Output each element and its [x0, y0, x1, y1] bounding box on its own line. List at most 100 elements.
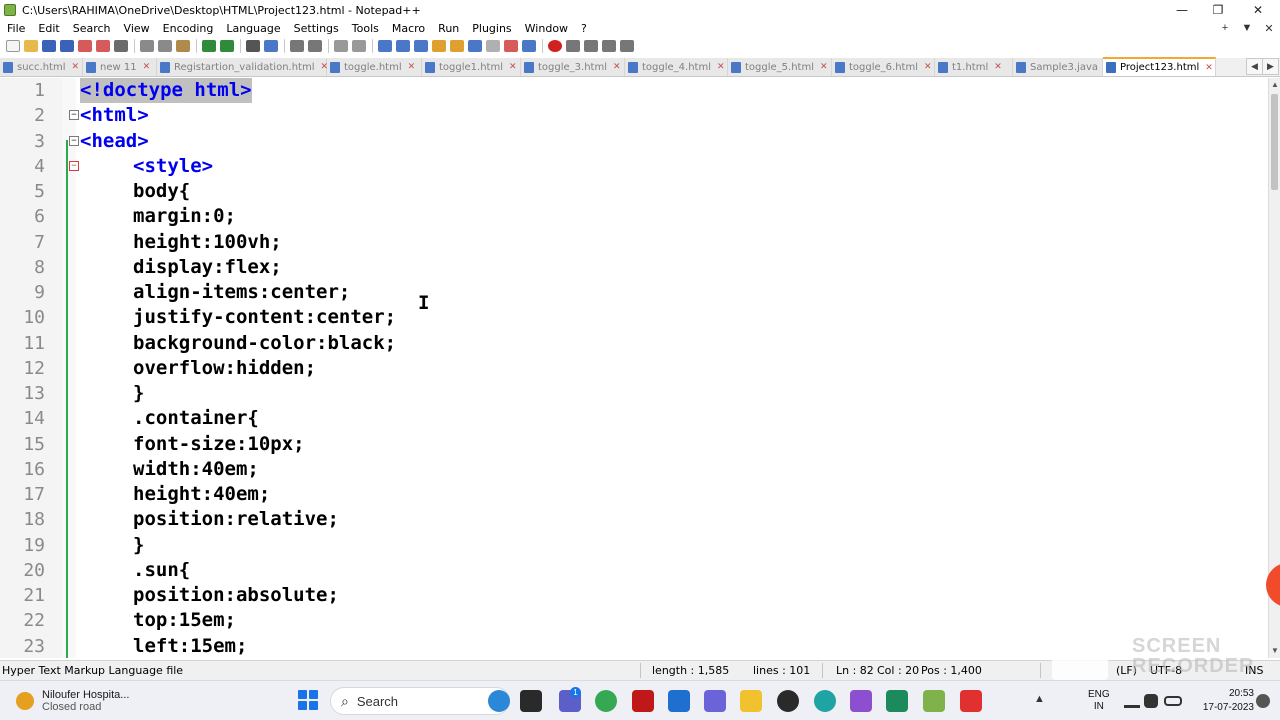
close-all-icon[interactable] — [96, 40, 110, 52]
menu-item-edit[interactable]: Edit — [31, 22, 65, 35]
code-line[interactable]: 21 position:absolute; — [0, 583, 1268, 608]
tab-scroll-right-icon[interactable]: ▶ — [1262, 58, 1279, 75]
find-icon[interactable] — [246, 40, 260, 52]
menu-item-language[interactable]: Language — [219, 22, 286, 35]
monitoring-icon[interactable] — [504, 40, 518, 52]
code-line[interactable]: 7 height:100vh; — [0, 230, 1268, 255]
code-line[interactable]: 16 width:40em; — [0, 457, 1268, 482]
menu-item-encoding[interactable]: Encoding — [156, 22, 220, 35]
notification-icon[interactable] — [1256, 694, 1270, 708]
save-all-icon[interactable] — [60, 40, 74, 52]
sheets-icon[interactable] — [886, 690, 908, 712]
code-line[interactable]: 11 background-color:black; — [0, 331, 1268, 356]
minimize-button[interactable]: — — [1162, 0, 1202, 20]
tab-succ-html[interactable]: succ.html ✕ — [0, 58, 83, 76]
preview-icon[interactable] — [522, 40, 536, 52]
tab-new-11[interactable]: new 11 ✕ — [83, 58, 157, 76]
code-line[interactable]: 5 body{ — [0, 179, 1268, 204]
indent-guide-icon[interactable] — [414, 40, 428, 52]
menu-item-view[interactable]: View — [117, 22, 156, 35]
code-line[interactable]: 1 <!doctype html> — [0, 78, 1268, 103]
language-indicator[interactable]: ENG IN — [1088, 681, 1110, 720]
tab-toggle-3-html[interactable]: toggle_3.html ✕ — [521, 58, 625, 76]
zoom-out-icon[interactable] — [308, 40, 322, 52]
open-file-icon[interactable] — [24, 40, 38, 52]
cut-icon[interactable] — [140, 40, 154, 52]
scroll-down-icon[interactable]: ▼ — [1269, 644, 1280, 658]
code-line[interactable]: 15 font-size:10px; — [0, 432, 1268, 457]
copy-icon[interactable] — [158, 40, 172, 52]
code-editor[interactable]: 1 <!doctype html> 2− <html> 3− <head> 4− <style… — [0, 78, 1268, 658]
code-line[interactable]: 20 .sun{ — [0, 558, 1268, 583]
save-macro-icon[interactable] — [620, 40, 634, 52]
tab-close-icon[interactable]: ✕ — [994, 62, 1002, 72]
replace-icon[interactable] — [264, 40, 278, 52]
play-macro-icon[interactable] — [584, 40, 598, 52]
tab-close-icon[interactable]: ✕ — [717, 62, 725, 72]
tab-close-icon[interactable]: ✕ — [143, 62, 151, 72]
menu-item-window[interactable]: Window — [518, 22, 574, 35]
paste-icon[interactable] — [176, 40, 190, 52]
windows-start-icon[interactable] — [298, 690, 318, 710]
tab-scroll-left-icon[interactable]: ◀ — [1246, 58, 1263, 75]
record-macro-icon[interactable] — [548, 40, 562, 52]
code-line[interactable]: 19} — [0, 533, 1268, 558]
tab-project123-html[interactable]: Project123.html ✕ — [1103, 57, 1216, 76]
tab-close-icon[interactable]: ✕ — [72, 62, 80, 72]
close-file-icon[interactable] — [78, 40, 92, 52]
new-tab-plus-icon[interactable]: + — [1214, 22, 1236, 34]
mcafee-icon[interactable] — [632, 690, 654, 712]
chrome-icon[interactable] — [595, 690, 617, 712]
play-multiple-macro-icon[interactable] — [602, 40, 616, 52]
close-document-icon[interactable]: ✕ — [1258, 22, 1280, 35]
tab-registartion-validation-html[interactable]: Registartion_validation.html ✕ — [157, 58, 328, 76]
menu-item-settings[interactable]: Settings — [287, 22, 345, 35]
code-line[interactable]: 10 justify-content:center; — [0, 305, 1268, 330]
code-line[interactable]: 4 − <style> — [0, 154, 1268, 179]
tab-toggle-4-html[interactable]: toggle_4.html ✕ — [625, 58, 728, 76]
wifi-icon[interactable] — [1124, 694, 1140, 708]
tab-close-icon[interactable]: ✕ — [820, 62, 828, 72]
scroll-up-icon[interactable]: ▲ — [1269, 78, 1280, 92]
tab-close-icon[interactable]: ✕ — [613, 62, 621, 72]
tab-close-icon[interactable]: ✕ — [924, 62, 932, 72]
volume-icon[interactable] — [1144, 694, 1158, 708]
file-explorer-icon[interactable] — [740, 690, 762, 712]
bing-icon[interactable] — [488, 690, 510, 712]
menu-item-plugins[interactable]: Plugins — [465, 22, 517, 35]
print-icon[interactable] — [114, 40, 128, 52]
tab-toggle-html[interactable]: toggle.html ✕ — [327, 58, 422, 76]
redo-icon[interactable] — [220, 40, 234, 52]
code-line[interactable]: 6 margin:0; — [0, 204, 1268, 229]
code-line[interactable]: 3 − <head> — [0, 129, 1268, 154]
dell-icon[interactable] — [777, 690, 799, 712]
menu-item-run[interactable]: Run — [431, 22, 465, 35]
clock[interactable]: 20:53 17-07-2023 — [1203, 687, 1254, 715]
code-line[interactable]: 18 position:relative; — [0, 507, 1268, 532]
sync-vertical-icon[interactable] — [334, 40, 348, 52]
menu-item-search[interactable]: Search — [66, 22, 117, 35]
code-line[interactable]: 12 overflow:hidden; — [0, 356, 1268, 381]
tab-list-dropdown-icon[interactable]: ▼ — [1236, 22, 1258, 34]
fold-toggle-icon[interactable]: − — [69, 135, 79, 146]
fold-toggle-icon[interactable]: − — [69, 110, 79, 121]
dev-app-icon[interactable] — [704, 690, 726, 712]
tab-close-icon[interactable]: ✕ — [1205, 63, 1213, 73]
code-line[interactable]: 9 align-items:center; — [0, 280, 1268, 305]
taskbar-search[interactable]: ⌕ Search — [330, 687, 510, 715]
menu-item-tools[interactable]: Tools — [345, 22, 385, 35]
show-all-characters-icon[interactable] — [396, 40, 410, 52]
tab-toggle1-html[interactable]: toggle1.html ✕ — [422, 58, 521, 76]
weather-widget[interactable]: Niloufer Hospita... Closed road — [16, 689, 129, 713]
maximize-button[interactable]: ❐ — [1198, 0, 1238, 20]
tab-close-icon[interactable]: ✕ — [408, 62, 416, 72]
show-hidden-icons-icon[interactable]: ▲ — [1034, 693, 1048, 715]
word-wrap-icon[interactable] — [378, 40, 392, 52]
code-line[interactable]: 14 .container{ — [0, 406, 1268, 431]
notepadpp-taskbar-icon[interactable] — [923, 690, 945, 712]
tab-toggle-6-html[interactable]: toggle_6.html ✕ — [832, 58, 935, 76]
tab-close-icon[interactable]: ✕ — [509, 62, 517, 72]
sync-horizontal-icon[interactable] — [352, 40, 366, 52]
tab-sample3-java[interactable]: Sample3.java✕ — [1013, 58, 1112, 76]
document-map-icon[interactable] — [450, 40, 464, 52]
